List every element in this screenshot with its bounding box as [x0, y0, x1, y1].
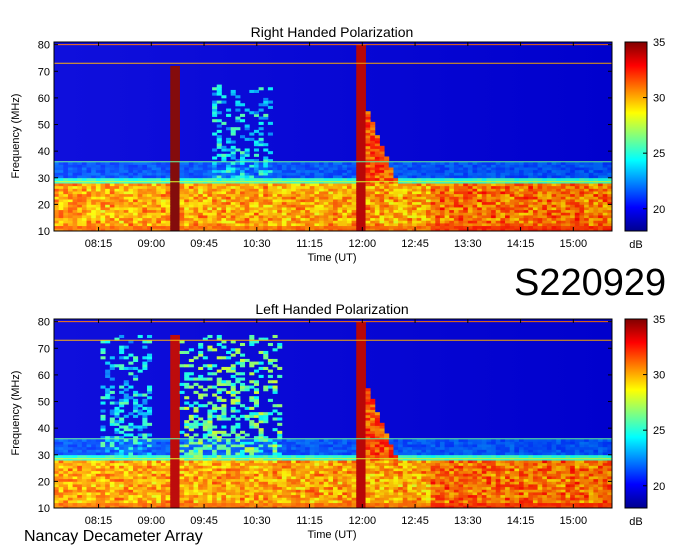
- y-tick-label: 70: [38, 66, 50, 78]
- colorbar-scale: [625, 42, 647, 231]
- y-tick-label: 80: [38, 40, 50, 52]
- colorbar-tick-label: 35: [653, 37, 665, 49]
- y-axis-label: Frequency (MHz): [10, 94, 22, 179]
- x-tick-label: 15:00: [560, 238, 588, 250]
- colorbar-tick-label: 20: [653, 204, 665, 216]
- panel-title: Left Handed Polarization: [255, 301, 408, 317]
- x-tick-label: 08:15: [85, 238, 113, 250]
- x-tick-label: 13:30: [454, 238, 482, 250]
- x-tick-label: 14:15: [507, 238, 535, 250]
- y-tick-label: 20: [38, 199, 50, 211]
- colorbar-tick-label: 30: [653, 93, 665, 105]
- y-tick-label: 60: [38, 93, 50, 105]
- x-tick-label: 09:00: [138, 238, 166, 250]
- colorbar: 35 30 25 20: [625, 37, 665, 231]
- x-tick-label: 12:45: [401, 238, 429, 250]
- panel-left-polarization: Left Handed Polarization 102030405060708…: [10, 301, 665, 541]
- x-tick-label: 11:15: [296, 238, 323, 250]
- panel-right-polarization: Right Handed Polarization 10 20 30 40 50 60 70…: [10, 24, 665, 264]
- y-tick-label: 40: [38, 146, 50, 158]
- y-tick-label: 50: [38, 120, 50, 132]
- x-axis-label: Time (UT): [307, 252, 356, 264]
- panel-title: Right Handed Polarization: [251, 24, 414, 40]
- colorbar-tick-label: 25: [653, 148, 665, 160]
- x-tick-label: 12:00: [349, 238, 377, 250]
- heatmap: [54, 319, 612, 508]
- colorbar-unit: dB: [629, 239, 642, 251]
- x-tick-label: 09:45: [190, 238, 218, 250]
- y-tick-label: 10: [38, 226, 50, 238]
- x-tick-label: 10:30: [243, 238, 271, 250]
- heatmap: [54, 42, 612, 231]
- heatmap-shade: [54, 42, 612, 231]
- y-tick-label: 30: [38, 173, 50, 185]
